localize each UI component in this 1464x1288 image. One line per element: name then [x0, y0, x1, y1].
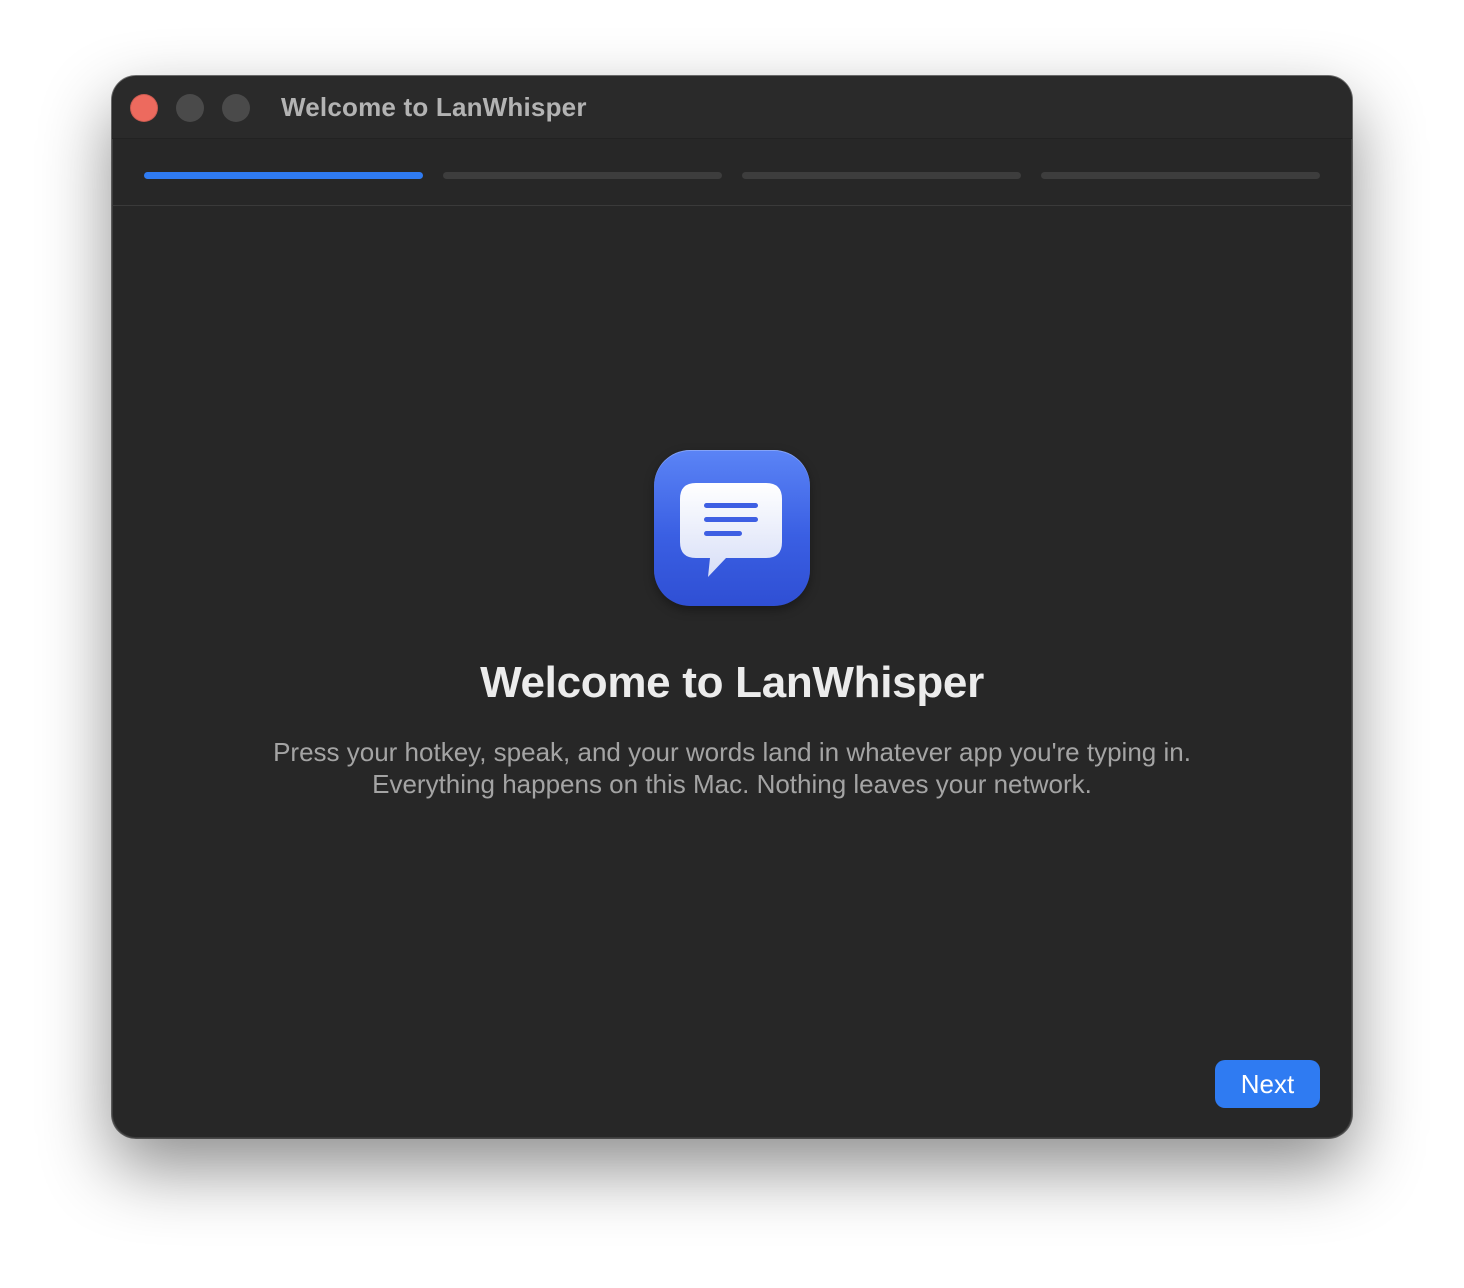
window-title: Welcome to LanWhisper	[281, 92, 587, 122]
progress-step-2	[443, 172, 722, 179]
progress-step-1	[144, 172, 423, 179]
onboarding-progress	[112, 138, 1352, 206]
close-window-button[interactable]	[130, 94, 158, 122]
zoom-window-button[interactable]	[222, 94, 250, 122]
welcome-description: Press your hotkey, speak, and your words…	[112, 736, 1352, 800]
title-bar: Welcome to LanWhisper	[112, 76, 1352, 139]
minimize-window-button[interactable]	[176, 94, 204, 122]
progress-step-3	[742, 172, 1021, 179]
chat-bubble-icon	[654, 450, 810, 606]
welcome-heading: Welcome to LanWhisper	[480, 658, 984, 707]
description-line-1: Press your hotkey, speak, and your words…	[273, 737, 1191, 767]
progress-step-4	[1041, 172, 1320, 179]
next-button[interactable]: Next	[1215, 1060, 1320, 1108]
onboarding-window: Welcome to LanWhisper Welcome to LanWhis…	[112, 76, 1352, 1138]
description-line-2: Everything happens on this Mac. Nothing …	[372, 769, 1092, 799]
welcome-content: Welcome to LanWhisper Press your hotkey,…	[112, 206, 1352, 1138]
